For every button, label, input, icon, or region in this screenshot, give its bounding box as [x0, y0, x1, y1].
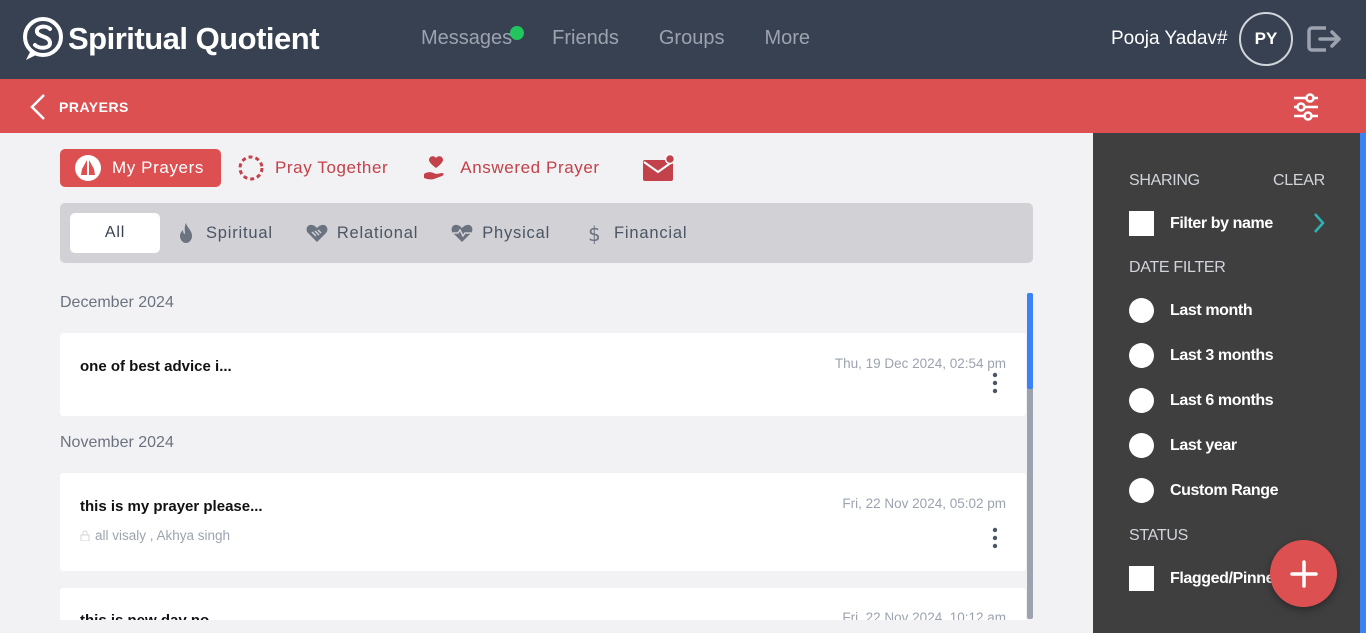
- radio-label: Custom Range: [1170, 482, 1279, 499]
- prayer-card[interactable]: one of best advice i... Thu, 19 Dec 2024…: [60, 333, 1026, 416]
- nav-groups[interactable]: Groups: [659, 27, 725, 50]
- tab-label: My Prayers: [112, 158, 204, 177]
- tab-answered-prayer[interactable]: Answered Prayer: [422, 149, 599, 187]
- filter-sliders-icon[interactable]: [1292, 93, 1320, 121]
- prayer-date: Thu, 19 Dec 2024, 02:54 pm: [834, 356, 1006, 371]
- radio-last-year[interactable]: [1129, 433, 1154, 458]
- nav-more[interactable]: More: [764, 27, 810, 50]
- shared-with-names: all visaly , Akhya singh: [95, 528, 231, 543]
- radio-label: Last 3 months: [1170, 347, 1274, 364]
- radio-last-6-months[interactable]: [1129, 388, 1154, 413]
- prayer-title: one of best advice i...: [80, 358, 232, 375]
- more-options-icon[interactable]: [992, 372, 998, 394]
- category-label: Physical: [482, 223, 551, 242]
- category-relational[interactable]: Relational: [305, 221, 418, 245]
- radio-label: Last month: [1170, 302, 1253, 319]
- flame-icon: [180, 223, 192, 243]
- back-arrow-icon[interactable]: [28, 93, 48, 121]
- scrollbar-thumb[interactable]: [1027, 293, 1033, 389]
- radio-label: Last year: [1170, 437, 1237, 454]
- month-heading: November 2024: [60, 434, 174, 451]
- lock-icon: [80, 530, 90, 541]
- category-physical[interactable]: Physical: [450, 221, 550, 245]
- messages-online-dot: [510, 26, 524, 40]
- chevron-right-icon[interactable]: [1311, 211, 1327, 235]
- filter-by-name-checkbox[interactable]: [1129, 211, 1154, 236]
- tab-label: Answered Prayer: [460, 158, 600, 177]
- user-name[interactable]: Pooja Yadav#: [1111, 28, 1228, 50]
- nav-messages[interactable]: Messages: [421, 27, 512, 50]
- tab-my-prayers[interactable]: My Prayers: [60, 149, 221, 187]
- page-title: PRAYERS: [59, 99, 129, 115]
- dollar-icon: $: [588, 222, 602, 245]
- shared-with: all visaly , Akhya singh: [80, 528, 230, 543]
- clear-button[interactable]: CLEAR: [1273, 172, 1325, 190]
- top-navbar: Spiritual Quotient Messages Friends Grou…: [0, 0, 1366, 79]
- tab-pray-together[interactable]: Pray Together: [237, 149, 388, 187]
- category-filter: All Spiritual Relational Physical $ Fina…: [60, 203, 1033, 263]
- status-heading: STATUS: [1129, 527, 1188, 544]
- heart-handshake-icon: [306, 224, 328, 242]
- prayer-list: December 2024 one of best advice i... Th…: [60, 280, 1033, 620]
- brand-name: Spiritual Quotient: [68, 21, 320, 56]
- mail-notification-icon: [642, 154, 675, 181]
- flagged-pinned-checkbox[interactable]: [1129, 566, 1154, 591]
- add-prayer-button[interactable]: [1270, 540, 1337, 607]
- category-label: Financial: [614, 223, 688, 242]
- date-filter-heading: DATE FILTER: [1129, 259, 1226, 276]
- heart-hand-icon: [424, 156, 444, 180]
- svg-text:$: $: [588, 222, 602, 245]
- plus-icon: [1289, 559, 1318, 588]
- radio-last-3-months[interactable]: [1129, 343, 1154, 368]
- category-spiritual[interactable]: Spiritual: [174, 221, 273, 245]
- section-header: PRAYERS: [0, 79, 1366, 133]
- sq-logo-icon: [23, 17, 63, 60]
- prayer-card[interactable]: this is my prayer please... Fri, 22 Nov …: [60, 473, 1026, 571]
- radio-last-month[interactable]: [1129, 298, 1154, 323]
- prayer-card[interactable]: this is new day no... Fri, 22 Nov 2024, …: [60, 588, 1026, 620]
- nav-friends[interactable]: Friends: [552, 27, 619, 50]
- brand-logo[interactable]: Spiritual Quotient: [22, 16, 320, 62]
- filter-by-name-label: Filter by name: [1170, 215, 1273, 232]
- month-heading: December 2024: [60, 294, 174, 311]
- flagged-pinned-label: Flagged/Pinned: [1170, 570, 1284, 587]
- logout-icon[interactable]: [1306, 24, 1342, 54]
- prayer-tabs: My Prayers Pray Together Answered Prayer: [60, 149, 710, 187]
- prayer-date: Fri, 22 Nov 2024, 10:12 am: [842, 610, 1006, 620]
- heart-pulse-icon: [451, 224, 473, 242]
- praying-hands-icon: [75, 155, 101, 181]
- prayer-title: this is my prayer please...: [80, 498, 263, 515]
- radio-custom-range[interactable]: [1129, 478, 1154, 503]
- category-label: Spiritual: [206, 223, 273, 242]
- panel-edge-accent: [1360, 133, 1366, 633]
- more-options-icon[interactable]: [992, 527, 998, 549]
- main-nav: Messages Friends Groups More: [421, 26, 850, 50]
- prayer-date: Fri, 22 Nov 2024, 05:02 pm: [842, 496, 1006, 511]
- sharing-heading: SHARING: [1129, 172, 1200, 189]
- circle-dots-icon: [238, 155, 264, 181]
- avatar[interactable]: PY: [1239, 12, 1293, 66]
- list-scrollbar[interactable]: [1027, 293, 1033, 619]
- tab-label: Pray Together: [274, 158, 389, 177]
- tab-mail[interactable]: [642, 149, 676, 187]
- category-label: Relational: [336, 223, 419, 242]
- prayer-title: this is new day no...: [80, 612, 222, 620]
- category-all[interactable]: All: [70, 213, 160, 253]
- category-financial[interactable]: $ Financial: [582, 221, 687, 245]
- radio-label: Last 6 months: [1170, 392, 1274, 409]
